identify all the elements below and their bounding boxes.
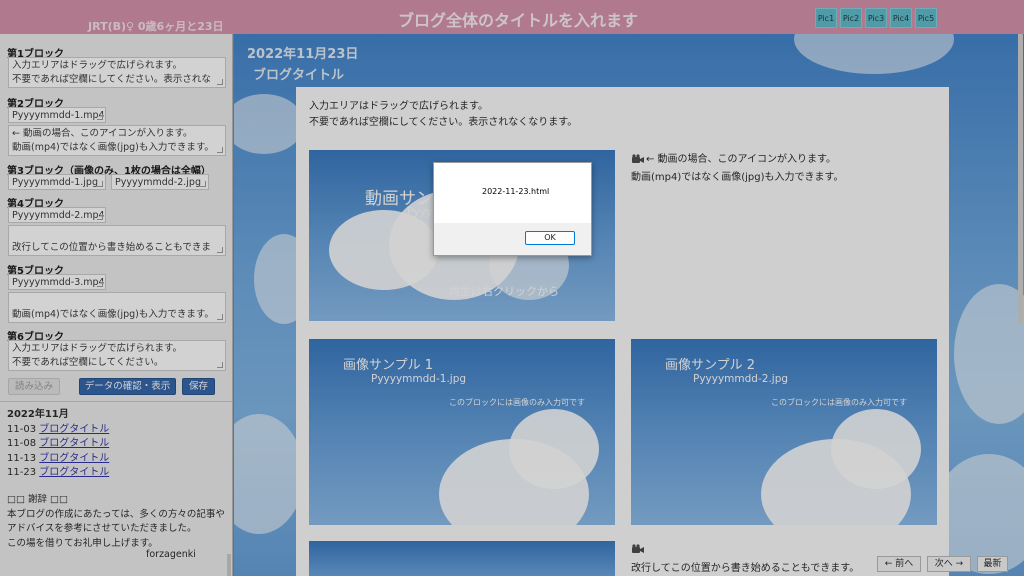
alert-dialog: 2022-11-23.html OK <box>433 162 592 256</box>
ok-button[interactable]: OK <box>525 231 575 245</box>
dialog-body: 2022-11-23.html <box>434 163 591 223</box>
modal-overlay <box>0 0 1024 576</box>
dialog-message: 2022-11-23.html <box>482 187 550 196</box>
